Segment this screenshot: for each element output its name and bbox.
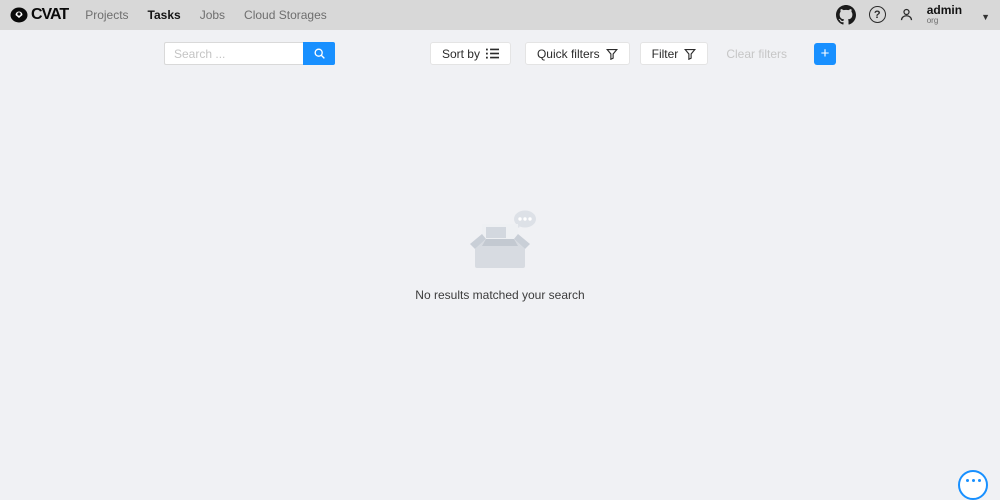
quick-filters-button[interactable]: Quick filters bbox=[525, 42, 630, 65]
plus-icon: + bbox=[821, 46, 830, 61]
empty-state-message: No results matched your search bbox=[415, 288, 584, 302]
unordered-list-icon bbox=[486, 47, 499, 60]
filter-controls: Sort by Quick filters Fil bbox=[430, 42, 836, 65]
search-input[interactable] bbox=[164, 42, 303, 65]
chat-ellipsis-icon bbox=[966, 479, 981, 498]
user-icon[interactable] bbox=[899, 7, 914, 22]
help-icon[interactable]: ? bbox=[869, 6, 886, 23]
filter-button[interactable]: Filter bbox=[640, 42, 709, 65]
chat-widget-button[interactable] bbox=[958, 470, 988, 500]
user-menu[interactable]: admin org bbox=[927, 4, 962, 26]
organization-label: org bbox=[927, 17, 962, 26]
navbar-right: ? admin org ▼ bbox=[836, 4, 990, 26]
create-task-button[interactable]: + bbox=[814, 43, 836, 65]
top-navbar: CVAT Projects Tasks Jobs Cloud Storages … bbox=[0, 0, 1000, 30]
nav-item-jobs[interactable]: Jobs bbox=[200, 8, 225, 22]
filter-funnel-icon bbox=[684, 48, 696, 60]
cvat-logo[interactable]: CVAT bbox=[10, 6, 68, 24]
search-button[interactable] bbox=[303, 42, 335, 65]
empty-inbox-illustration bbox=[460, 206, 540, 272]
tasks-toolbar: Sort by Quick filters Fil bbox=[164, 42, 836, 65]
caret-down-icon[interactable]: ▼ bbox=[981, 12, 990, 22]
search-group bbox=[164, 42, 335, 65]
nav-item-tasks[interactable]: Tasks bbox=[148, 8, 181, 22]
quick-filters-label: Quick filters bbox=[537, 47, 600, 61]
github-icon[interactable] bbox=[836, 5, 856, 25]
nav-item-cloud-storages[interactable]: Cloud Storages bbox=[244, 8, 327, 22]
cvat-logo-icon bbox=[10, 7, 28, 23]
nav-item-projects[interactable]: Projects bbox=[85, 8, 128, 22]
sort-by-label: Sort by bbox=[442, 47, 480, 61]
search-icon bbox=[313, 47, 326, 60]
empty-state: No results matched your search bbox=[0, 206, 1000, 302]
filter-label: Filter bbox=[652, 47, 679, 61]
clear-filters-button[interactable]: Clear filters bbox=[726, 47, 787, 61]
filter-funnel-icon bbox=[606, 48, 618, 60]
sort-by-button[interactable]: Sort by bbox=[430, 42, 511, 65]
main-nav: Projects Tasks Jobs Cloud Storages bbox=[85, 8, 327, 22]
cvat-logo-text: CVAT bbox=[31, 6, 68, 24]
